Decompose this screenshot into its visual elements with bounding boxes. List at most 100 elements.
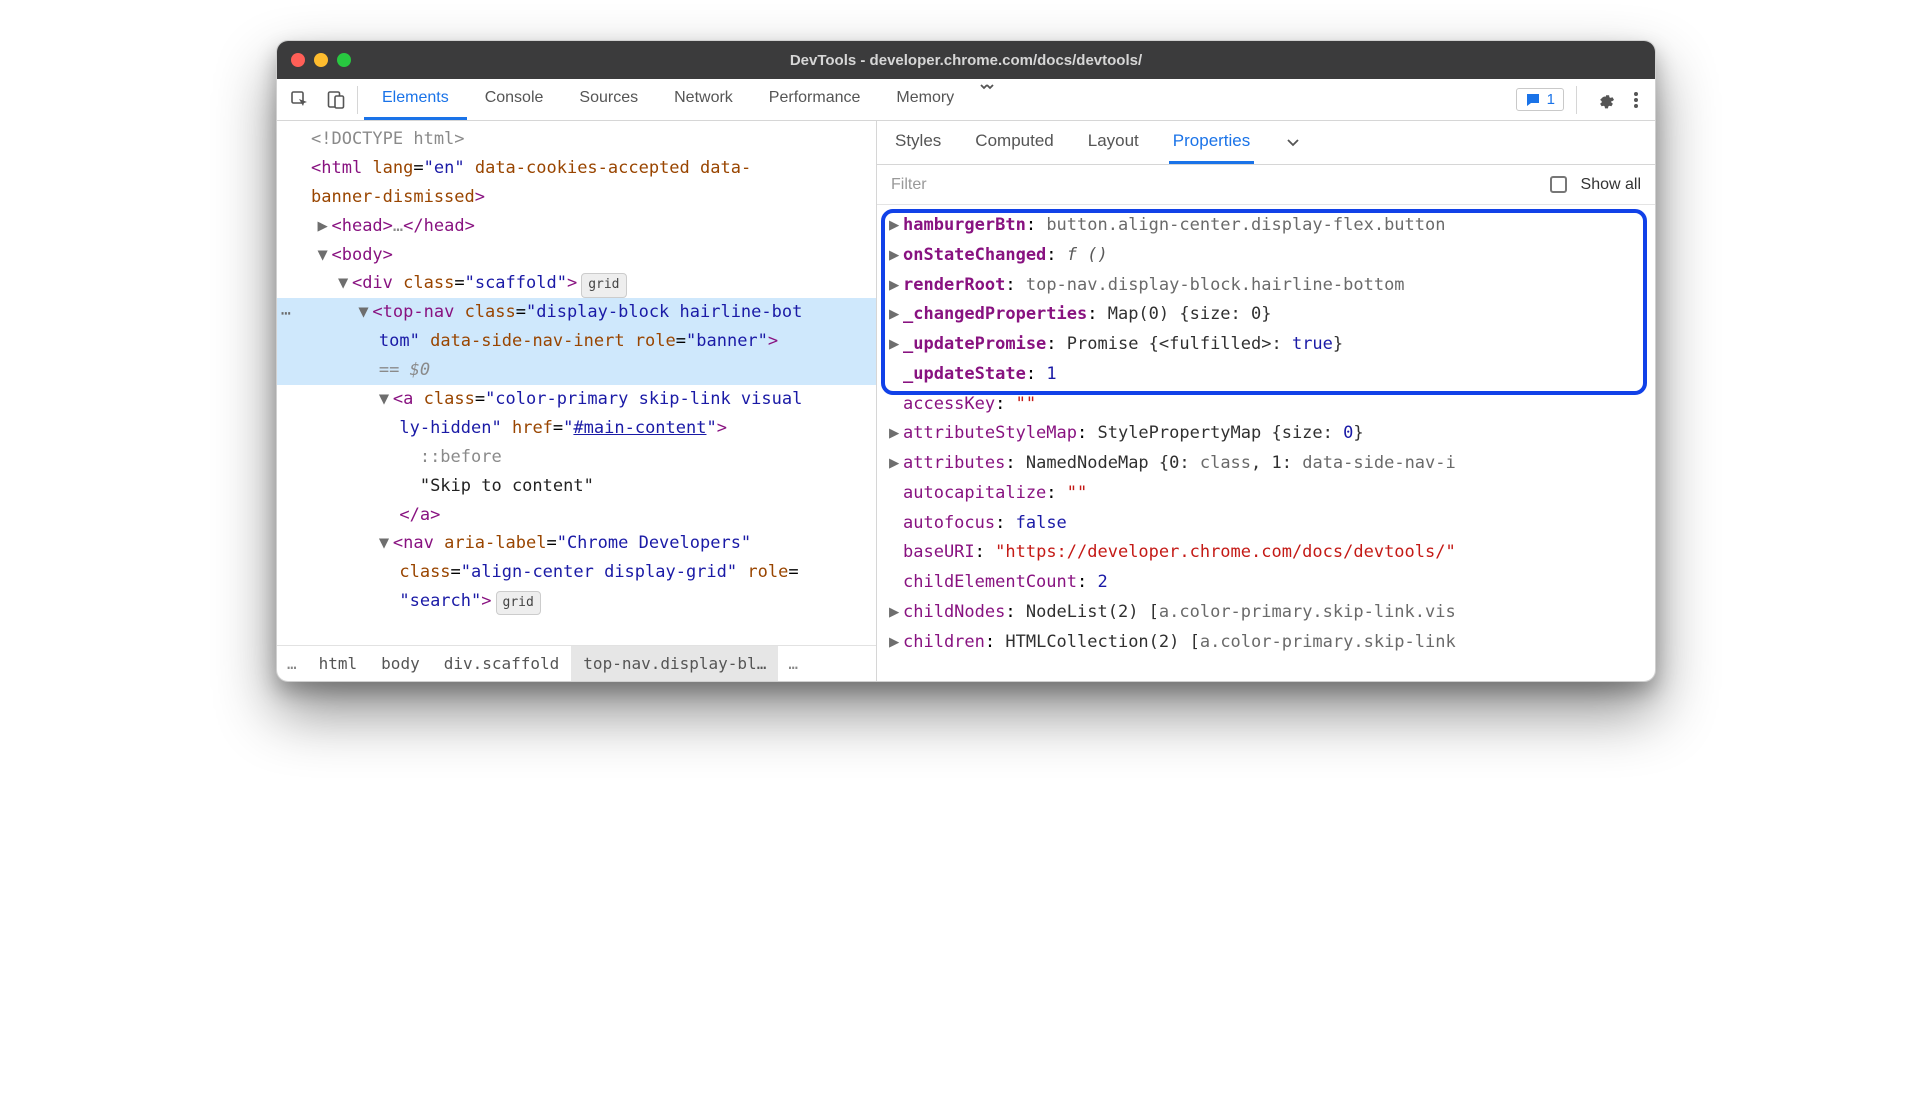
property-name: childElementCount bbox=[903, 572, 1077, 592]
show-all-checkbox[interactable] bbox=[1550, 176, 1567, 193]
property-value: false bbox=[1016, 513, 1067, 533]
property-row[interactable]: ▶renderRoot: top-nav.display-block.hairl… bbox=[885, 271, 1655, 301]
property-name: _changedProperties bbox=[903, 304, 1087, 324]
expand-arrow-icon[interactable]: ▶ bbox=[889, 419, 903, 449]
side-tabs-overflow-icon[interactable] bbox=[1284, 134, 1302, 152]
breadcrumb-overflow-right[interactable]: … bbox=[778, 654, 808, 673]
expand-arrow-icon[interactable]: ▶ bbox=[889, 598, 903, 628]
show-all-label: Show all bbox=[1581, 176, 1641, 194]
dom-topnav-selected-2[interactable]: tom" data-side-nav-inert role="banner"> bbox=[277, 327, 876, 356]
dom-nav-2[interactable]: class="align-center display-grid" role= bbox=[277, 558, 876, 587]
dom-a-open-2[interactable]: ly-hidden" href="#main-content"> bbox=[277, 414, 876, 443]
tab-sources[interactable]: Sources bbox=[561, 79, 656, 120]
tab-memory[interactable]: Memory bbox=[878, 79, 972, 120]
layout-badge-grid[interactable]: grid bbox=[581, 273, 626, 297]
property-value: NamedNodeMap {0: bbox=[1026, 453, 1200, 473]
settings-gear-icon[interactable] bbox=[1589, 90, 1621, 110]
dom-a-open[interactable]: ▼<a class="color-primary skip-link visua… bbox=[277, 385, 876, 414]
tab-performance[interactable]: Performance bbox=[751, 79, 879, 120]
property-name: attributes bbox=[903, 453, 1005, 473]
dom-div-scaffold[interactable]: ▼<div class="scaffold">grid bbox=[277, 269, 876, 298]
dom-html-open-2[interactable]: banner-dismissed> bbox=[277, 183, 876, 212]
tab-console[interactable]: Console bbox=[467, 79, 562, 120]
property-value: "" bbox=[1067, 483, 1087, 503]
property-row[interactable]: accessKey: "" bbox=[885, 390, 1655, 420]
property-row[interactable]: ▶childNodes: NodeList(2) [a.color-primar… bbox=[885, 598, 1655, 628]
elements-panel: <!DOCTYPE html> <html lang="en" data-coo… bbox=[277, 121, 877, 681]
dom-doctype[interactable]: <!DOCTYPE html> bbox=[277, 125, 876, 154]
tab-elements[interactable]: Elements bbox=[364, 79, 467, 120]
property-value: data-side-nav-i bbox=[1302, 453, 1456, 473]
dom-eq0: == $0 bbox=[277, 356, 876, 385]
property-name: onStateChanged bbox=[903, 245, 1046, 265]
dom-html-open[interactable]: <html lang="en" data-cookies-accepted da… bbox=[277, 154, 876, 183]
traffic-lights bbox=[291, 53, 351, 67]
property-name: _updatePromise bbox=[903, 334, 1046, 354]
expand-arrow-icon[interactable]: ▶ bbox=[889, 449, 903, 479]
properties-filter-input[interactable] bbox=[891, 176, 1536, 194]
dom-skip-text[interactable]: "Skip to content" bbox=[277, 472, 876, 501]
property-row[interactable]: ▶_changedProperties: Map(0) {size: 0} bbox=[885, 300, 1655, 330]
property-name: childNodes bbox=[903, 602, 1005, 622]
breadcrumb-scaffold[interactable]: div.scaffold bbox=[432, 646, 572, 681]
main-toolbar: Elements Console Sources Network Perform… bbox=[277, 79, 1655, 121]
issues-badge[interactable]: 1 bbox=[1516, 88, 1564, 111]
breadcrumb-html[interactable]: html bbox=[307, 646, 370, 681]
dom-nav-1[interactable]: ▼<nav aria-label="Chrome Developers" bbox=[277, 529, 876, 558]
device-toggle-icon[interactable] bbox=[325, 89, 347, 111]
inspect-element-icon[interactable] bbox=[289, 89, 311, 111]
breadcrumb-body[interactable]: body bbox=[369, 646, 432, 681]
property-row[interactable]: childElementCount: 2 bbox=[885, 568, 1655, 598]
property-name: children bbox=[903, 632, 985, 652]
property-name: autofocus bbox=[903, 513, 995, 533]
property-row[interactable]: ▶onStateChanged: f () bbox=[885, 241, 1655, 271]
property-value: HTMLCollection(2) [ bbox=[1005, 632, 1199, 652]
breadcrumb-overflow-left[interactable]: … bbox=[277, 654, 307, 673]
sidebar-panel: Styles Computed Layout Properties Show a… bbox=[877, 121, 1655, 681]
property-name: renderRoot bbox=[903, 275, 1005, 295]
expand-arrow-icon[interactable]: ▶ bbox=[889, 241, 903, 271]
property-value: 2 bbox=[1097, 572, 1107, 592]
property-row[interactable]: ▶children: HTMLCollection(2) [a.color-pr… bbox=[885, 628, 1655, 658]
property-row[interactable]: autofocus: false bbox=[885, 509, 1655, 539]
zoom-button[interactable] bbox=[337, 53, 351, 67]
dom-before-pseudo[interactable]: ::before bbox=[277, 443, 876, 472]
property-row[interactable]: ▶hamburgerBtn: button.align-center.displ… bbox=[885, 211, 1655, 241]
breadcrumb-topnav[interactable]: top-nav.display-bl… bbox=[571, 646, 778, 681]
side-tab-computed[interactable]: Computed bbox=[971, 121, 1057, 164]
property-value: , 1: bbox=[1251, 453, 1302, 473]
minimize-button[interactable] bbox=[314, 53, 328, 67]
layout-badge-grid-2[interactable]: grid bbox=[496, 591, 541, 615]
tabs-overflow-icon[interactable] bbox=[972, 79, 1002, 120]
property-row[interactable]: ▶attributeStyleMap: StylePropertyMap {si… bbox=[885, 419, 1655, 449]
tab-network[interactable]: Network bbox=[656, 79, 751, 120]
window-title: DevTools - developer.chrome.com/docs/dev… bbox=[277, 52, 1655, 69]
expand-arrow-icon[interactable]: ▶ bbox=[889, 300, 903, 330]
expand-arrow-icon[interactable]: ▶ bbox=[889, 330, 903, 360]
property-row[interactable]: ▶_updatePromise: Promise {<fulfilled>: t… bbox=[885, 330, 1655, 360]
dom-tree[interactable]: <!DOCTYPE html> <html lang="en" data-coo… bbox=[277, 121, 876, 645]
main-panel-tabs: Elements Console Sources Network Perform… bbox=[364, 79, 1002, 120]
dom-body[interactable]: ▼<body> bbox=[277, 241, 876, 270]
property-value: f () bbox=[1067, 245, 1108, 265]
expand-arrow-icon[interactable]: ▶ bbox=[889, 271, 903, 301]
properties-filter-bar: Show all bbox=[877, 165, 1655, 205]
dom-topnav-selected[interactable]: ⋯ ▼<top-nav class="display-block hairlin… bbox=[277, 298, 876, 327]
side-tab-styles[interactable]: Styles bbox=[891, 121, 945, 164]
side-tab-layout[interactable]: Layout bbox=[1084, 121, 1143, 164]
property-row[interactable]: autocapitalize: "" bbox=[885, 479, 1655, 509]
property-row[interactable]: _updateState: 1 bbox=[885, 360, 1655, 390]
expand-arrow-icon[interactable]: ▶ bbox=[889, 628, 903, 658]
property-row[interactable]: ▶attributes: NamedNodeMap {0: class, 1: … bbox=[885, 449, 1655, 479]
side-tab-properties[interactable]: Properties bbox=[1169, 121, 1254, 164]
properties-list[interactable]: ▶hamburgerBtn: button.align-center.displ… bbox=[877, 205, 1655, 681]
dom-a-close[interactable]: </a> bbox=[277, 501, 876, 530]
dom-head[interactable]: ▶<head>…</head> bbox=[277, 212, 876, 241]
expand-arrow-icon[interactable]: ▶ bbox=[889, 211, 903, 241]
property-row[interactable]: baseURI: "https://developer.chrome.com/d… bbox=[885, 538, 1655, 568]
dom-nav-3[interactable]: "search">grid bbox=[277, 587, 876, 616]
dom-breadcrumb: … html body div.scaffold top-nav.display… bbox=[277, 645, 876, 681]
sidebar-tabs: Styles Computed Layout Properties bbox=[877, 121, 1655, 165]
more-options-icon[interactable] bbox=[1627, 90, 1645, 110]
close-button[interactable] bbox=[291, 53, 305, 67]
